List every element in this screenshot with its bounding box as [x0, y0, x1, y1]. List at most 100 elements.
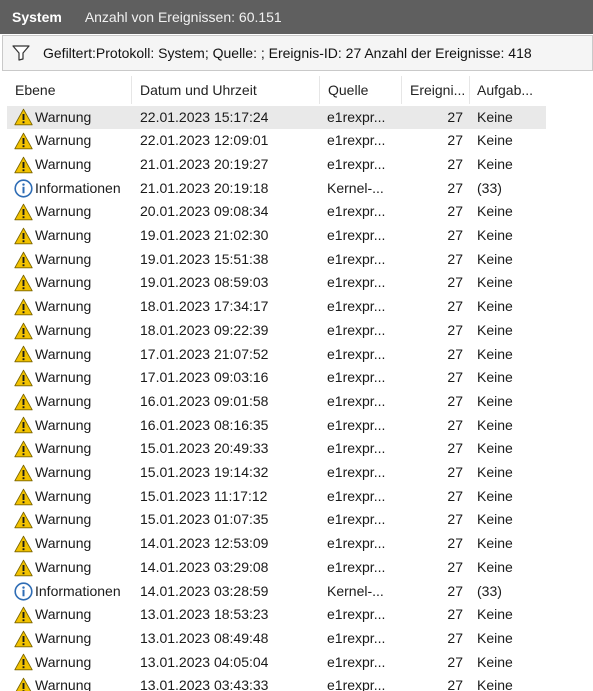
cell-event-id: 27: [447, 298, 463, 315]
warning-icon: [14, 369, 33, 388]
column-header-task[interactable]: Aufgab...: [470, 76, 550, 104]
table-row[interactable]: Warnung 15.01.2023 19:14:32 e1rexpr... 27 Ke…: [7, 461, 593, 485]
cell-task: Keine: [477, 487, 513, 504]
table-row[interactable]: Warnung 16.01.2023 08:16:35 e1rexpr... 27 Ke…: [7, 414, 593, 438]
warning-icon: [14, 677, 33, 691]
table-row[interactable]: Warnung 13.01.2023 08:49:48 e1rexpr... 27 Ke…: [7, 627, 593, 651]
table-row[interactable]: Warnung 13.01.2023 04:05:04 e1rexpr... 27 Ke…: [7, 651, 593, 675]
cell-level: Warnung: [14, 106, 136, 130]
column-header-date[interactable]: Datum und Uhrzeit: [132, 76, 320, 104]
cell-source: e1rexpr...: [327, 606, 386, 623]
table-row[interactable]: Warnung 16.01.2023 09:01:58 e1rexpr... 27 Ke…: [7, 390, 593, 414]
table-row[interactable]: Warnung 22.01.2023 15:17:24 e1rexpr... 27 Ke…: [7, 105, 546, 130]
column-header-source[interactable]: Quelle: [320, 76, 402, 104]
table-row[interactable]: Warnung 19.01.2023 15:51:38 e1rexpr... 27 Ke…: [7, 248, 593, 272]
cell-level: Warnung: [14, 271, 136, 295]
cell-task: (33): [477, 179, 502, 196]
table-row[interactable]: Warnung 13.01.2023 03:43:33 e1rexpr... 27 Ke…: [7, 674, 593, 691]
column-header-event-id[interactable]: Ereigni...: [402, 76, 470, 104]
cell-task: Keine: [477, 677, 513, 691]
warning-icon: [14, 321, 33, 340]
cell-task: Keine: [477, 606, 513, 623]
table-row[interactable]: Warnung 20.01.2023 09:08:34 e1rexpr... 27 Ke…: [7, 200, 593, 224]
cell-event-id: 27: [447, 464, 463, 480]
column-header-level[interactable]: Ebene: [7, 76, 132, 104]
cell-task: Keine: [477, 203, 513, 220]
cell-date: 15.01.2023 11:17:12: [140, 487, 268, 504]
cell-event-id: 27: [447, 227, 463, 243]
cell-source: e1rexpr...: [327, 274, 386, 291]
cell-task: Keine: [477, 440, 513, 457]
cell-level: Warnung: [14, 674, 136, 691]
table-row[interactable]: Warnung 18.01.2023 09:22:39 e1rexpr... 27 Ke…: [7, 319, 593, 343]
cell-level: Warnung: [14, 461, 136, 485]
table-row[interactable]: Warnung 15.01.2023 11:17:12 e1rexpr... 27 Ke…: [7, 485, 593, 509]
table-row[interactable]: Informationen 21.01.2023 20:19:18 Kernel-.…: [7, 177, 593, 201]
event-table[interactable]: Ebene Datum und Uhrzeit Quelle Ereigni..…: [7, 76, 593, 691]
cell-level: Informationen: [14, 580, 136, 604]
cell-date: 14.01.2023 03:28:59: [140, 582, 269, 599]
cell-level: Warnung: [14, 390, 136, 414]
cell-date: 19.01.2023 15:51:38: [140, 250, 269, 267]
cell-event-id: 27: [447, 274, 463, 291]
filter-bar[interactable]: Gefiltert:Protokoll: System; Quelle: ; E…: [2, 35, 593, 71]
cell-source: e1rexpr...: [327, 653, 386, 670]
cell-source: e1rexpr...: [327, 464, 386, 480]
table-row[interactable]: Warnung 14.01.2023 03:29:08 e1rexpr... 27 Ke…: [7, 556, 593, 580]
cell-event-id: 27: [447, 108, 463, 125]
cell-task: Keine: [477, 132, 513, 149]
cell-source: e1rexpr...: [327, 227, 386, 243]
cell-level: Warnung: [14, 651, 136, 675]
level-label: Warnung: [35, 653, 92, 670]
warning-icon: [14, 345, 33, 364]
cell-source: e1rexpr...: [327, 487, 386, 504]
table-row[interactable]: Warnung 15.01.2023 01:07:35 e1rexpr... 27 Ke…: [7, 508, 593, 532]
table-row[interactable]: Warnung 17.01.2023 21:07:52 e1rexpr... 27 Ke…: [7, 343, 593, 367]
cell-date: 17.01.2023 21:07:52: [140, 345, 269, 362]
filter-description: Gefiltert:Protokoll: System; Quelle: ; E…: [43, 45, 532, 61]
cell-event-id: 27: [447, 345, 463, 362]
level-label: Informationen: [35, 179, 121, 196]
cell-source: e1rexpr...: [327, 132, 386, 149]
cell-source: e1rexpr...: [327, 321, 386, 338]
level-label: Warnung: [35, 535, 92, 552]
cell-event-id: 27: [447, 392, 463, 409]
table-row[interactable]: Warnung 19.01.2023 08:59:03 e1rexpr... 27 Ke…: [7, 271, 593, 295]
cell-level: Warnung: [14, 603, 136, 627]
level-label: Warnung: [35, 155, 92, 172]
table-row[interactable]: Warnung 18.01.2023 17:34:17 e1rexpr... 27 Ke…: [7, 295, 593, 319]
cell-level: Warnung: [14, 200, 136, 224]
cell-task: Keine: [477, 416, 513, 433]
cell-level: Warnung: [14, 153, 136, 177]
cell-task: Keine: [477, 227, 513, 243]
level-label: Warnung: [35, 227, 92, 243]
level-label: Informationen: [35, 582, 121, 599]
table-row[interactable]: Warnung 13.01.2023 18:53:23 e1rexpr... 27 Ke…: [7, 603, 593, 627]
cell-task: Keine: [477, 629, 513, 646]
warning-icon: [14, 606, 33, 625]
cell-level: Warnung: [14, 556, 136, 580]
table-row[interactable]: Warnung 22.01.2023 12:09:01 e1rexpr... 27 Ke…: [7, 129, 593, 153]
warning-icon: [14, 274, 33, 293]
cell-task: Keine: [477, 321, 513, 338]
table-row[interactable]: Warnung 19.01.2023 21:02:30 e1rexpr... 27 Ke…: [7, 224, 593, 248]
level-label: Warnung: [35, 464, 92, 480]
info-icon: [14, 582, 33, 601]
cell-task: Keine: [477, 345, 513, 362]
cell-source: e1rexpr...: [327, 416, 386, 433]
level-label: Warnung: [35, 298, 92, 315]
level-label: Warnung: [35, 274, 92, 291]
cell-date: 13.01.2023 04:05:04: [140, 653, 269, 670]
table-row[interactable]: Warnung 17.01.2023 09:03:16 e1rexpr... 27 Ke…: [7, 366, 593, 390]
cell-event-id: 27: [447, 203, 463, 220]
cell-event-id: 27: [447, 653, 463, 670]
cell-event-id: 27: [447, 440, 463, 457]
table-row[interactable]: Warnung 14.01.2023 12:53:09 e1rexpr... 27 Ke…: [7, 532, 593, 556]
table-row[interactable]: Warnung 21.01.2023 20:19:27 e1rexpr... 27 Ke…: [7, 153, 593, 177]
cell-event-id: 27: [447, 179, 463, 196]
cell-date: 14.01.2023 03:29:08: [140, 558, 269, 575]
cell-level: Warnung: [14, 508, 136, 532]
table-row[interactable]: Informationen 14.01.2023 03:28:59 Kernel-.…: [7, 580, 593, 604]
cell-date: 18.01.2023 17:34:17: [140, 298, 269, 315]
table-row[interactable]: Warnung 15.01.2023 20:49:33 e1rexpr... 27 Ke…: [7, 437, 593, 461]
